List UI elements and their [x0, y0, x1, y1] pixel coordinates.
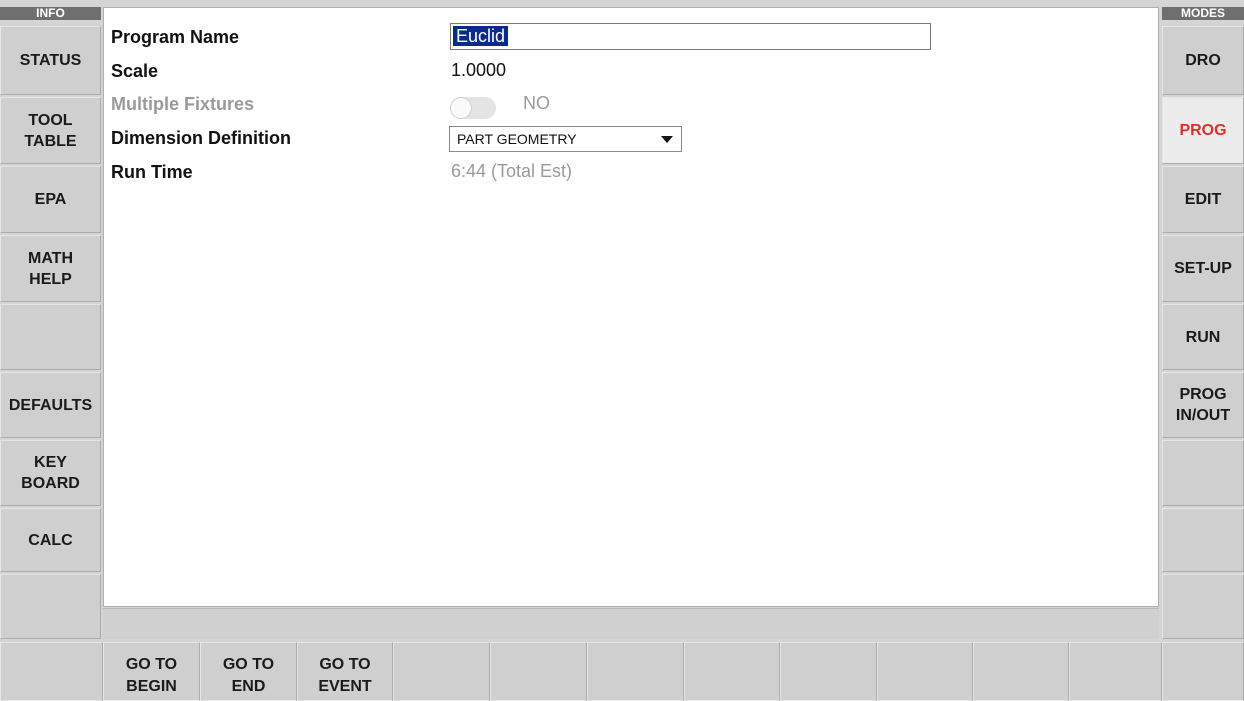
scale-label: Scale — [111, 61, 159, 81]
bottom-blank-button-4[interactable] — [393, 642, 490, 701]
toggle-knob — [450, 97, 472, 119]
program-name-input[interactable]: Euclid — [450, 23, 931, 50]
program-name-label: Program Name — [111, 27, 240, 47]
go-to-event-button[interactable]: GO TO EVENT — [297, 642, 393, 701]
program-name-value: Euclid — [453, 26, 509, 46]
dimension-definition-value: PART GEOMETRY — [457, 131, 577, 147]
bottom-blank-button-8[interactable] — [780, 642, 877, 701]
edit-mode-button[interactable]: EDIT — [1162, 166, 1244, 233]
status-strip — [103, 608, 1159, 639]
multiple-fixtures-label: Multiple Fixtures — [111, 94, 255, 114]
go-to-end-button[interactable]: GO TO END — [200, 642, 297, 701]
bottom-blank-button-5[interactable] — [490, 642, 587, 701]
epa-button[interactable]: EPA — [0, 166, 101, 233]
prog-in-out-button[interactable]: PROG IN/OUT — [1162, 372, 1244, 438]
dimension-definition-select[interactable]: PART GEOMETRY — [449, 126, 682, 152]
prog-mode-button[interactable]: PROG — [1162, 97, 1244, 164]
bottom-blank-button-7[interactable] — [684, 642, 780, 701]
right-blank-button-1[interactable] — [1162, 440, 1244, 506]
status-button[interactable]: STATUS — [0, 26, 101, 95]
run-mode-button[interactable]: RUN — [1162, 304, 1244, 370]
bottom-blank-button-12[interactable] — [1162, 642, 1244, 701]
tool-table-button[interactable]: TOOL TABLE — [0, 97, 101, 164]
right-blank-button-3[interactable] — [1162, 574, 1244, 639]
keyboard-button[interactable]: KEY BOARD — [0, 440, 101, 506]
info-header: INFO — [0, 7, 101, 20]
calc-button[interactable]: CALC — [0, 508, 101, 572]
bottom-blank-button-11[interactable] — [1069, 642, 1162, 701]
left-blank-button-2[interactable] — [0, 574, 101, 639]
dro-mode-button[interactable]: DRO — [1162, 26, 1244, 95]
dimension-definition-label: Dimension Definition — [111, 128, 291, 148]
modes-header: MODES — [1162, 7, 1244, 20]
bottom-blank-button-0[interactable] — [0, 642, 103, 701]
bottom-blank-button-10[interactable] — [973, 642, 1069, 701]
left-blank-button-1[interactable] — [0, 304, 101, 370]
defaults-button[interactable]: DEFAULTS — [0, 372, 101, 438]
program-info-panel: Program Name Euclid Scale 1.0000 Multipl… — [103, 7, 1159, 607]
run-time-value: 6:44 (Total Est) — [451, 161, 573, 181]
run-time-label: Run Time — [111, 162, 193, 182]
math-help-button[interactable]: MATH HELP — [0, 235, 101, 302]
right-blank-button-2[interactable] — [1162, 508, 1244, 572]
setup-mode-button[interactable]: SET-UP — [1162, 235, 1244, 302]
go-to-begin-button[interactable]: GO TO BEGIN — [103, 642, 200, 701]
multiple-fixtures-toggle[interactable] — [450, 97, 496, 119]
dropdown-arrow-icon — [661, 136, 673, 143]
bottom-blank-button-9[interactable] — [877, 642, 973, 701]
bottom-blank-button-6[interactable] — [587, 642, 684, 701]
scale-value[interactable]: 1.0000 — [451, 60, 506, 81]
multiple-fixtures-value: NO — [523, 93, 550, 113]
